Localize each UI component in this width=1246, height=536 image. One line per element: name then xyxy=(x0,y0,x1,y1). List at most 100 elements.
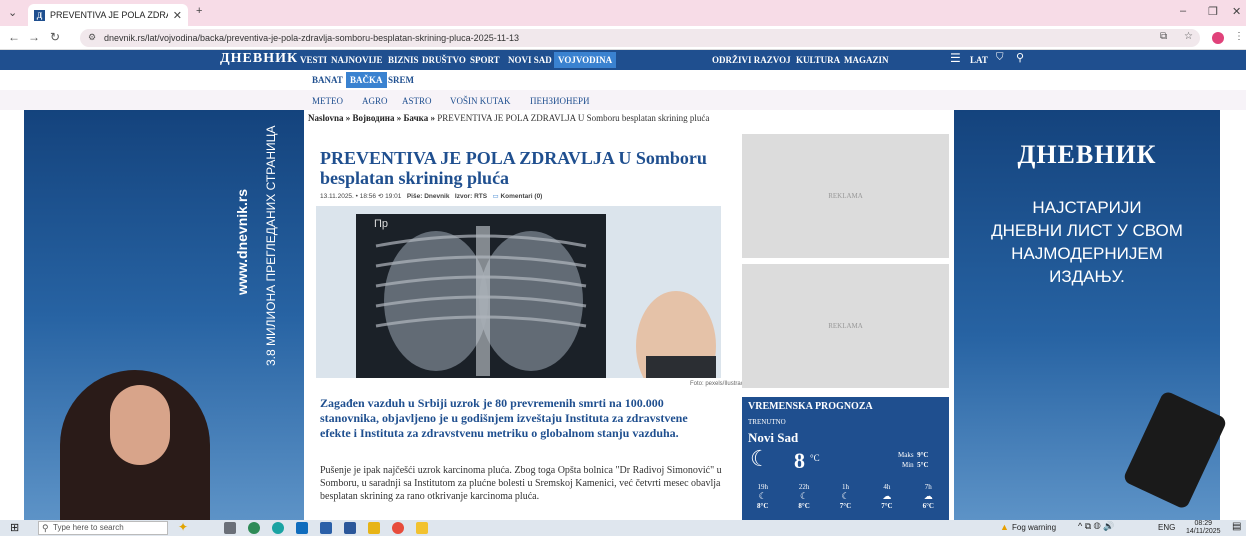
outlook-icon[interactable] xyxy=(296,522,308,534)
forecast-hour: 22h xyxy=(798,483,810,491)
taskbar-search-placeholder: Type here to search xyxy=(53,523,124,532)
article-body: Pušenje je ipak najčešći uzrok karcinoma… xyxy=(320,465,722,502)
crumb-region[interactable]: Војводина xyxy=(353,113,395,123)
subnav-vosin-kutak[interactable]: VOŠIN KUTAK xyxy=(450,96,511,106)
banner-line-2: ДНЕВНИ ЛИСТ У СВОМ xyxy=(991,221,1183,240)
crumb-home[interactable]: Naslovna xyxy=(308,113,344,123)
banner-url: www.dnevnik.rs xyxy=(234,188,250,295)
nav-drustvo[interactable]: DRUŠTVO xyxy=(418,52,470,68)
weather-temp: 8 xyxy=(794,448,805,473)
forecast-hour: 4h xyxy=(883,483,891,491)
warning-icon: ▲ xyxy=(1000,522,1009,532)
comments-link[interactable]: Komentari (0) xyxy=(500,193,542,200)
language-indicator[interactable]: ENG xyxy=(1158,523,1175,532)
word-icon[interactable] xyxy=(344,522,356,534)
hamburger-icon[interactable]: ☰ xyxy=(950,51,961,65)
cloud-icon: ☁ xyxy=(882,491,892,501)
app-icon-1[interactable] xyxy=(248,522,260,534)
nav-novi-sad[interactable]: NOVI SAD xyxy=(504,52,556,68)
min-value: 5°C xyxy=(917,461,929,469)
weather-alert[interactable]: Fog warning xyxy=(1012,523,1056,532)
moon-icon: ☾ xyxy=(758,491,767,501)
bookmark-icon[interactable]: ⛉ xyxy=(996,52,1004,63)
clock[interactable]: 08:29 14/11/2025 xyxy=(1186,520,1221,536)
max-value: 9°C xyxy=(917,451,929,459)
nav-kultura[interactable]: KULTURA xyxy=(792,52,844,68)
app-icon-2[interactable] xyxy=(416,522,428,534)
ad-label-1: REKLAMA xyxy=(828,192,863,200)
close-tab-icon[interactable]: ✕ xyxy=(173,9,182,22)
restore-icon[interactable]: ❐ xyxy=(1208,5,1218,18)
nav-najnovije[interactable]: NAJNOVIJE xyxy=(327,52,387,68)
forecast-item: 7h ☁ 6°C xyxy=(923,483,934,510)
article-photo[interactable]: Пр xyxy=(316,206,721,378)
forecast-item: 4h ☁ 7°C xyxy=(881,483,892,510)
file-explorer-icon[interactable] xyxy=(368,522,380,534)
weather-unit: °C xyxy=(810,453,820,463)
cloud-icon: ☁ xyxy=(923,491,933,501)
edge-icon[interactable] xyxy=(272,522,284,534)
nav-biznis[interactable]: BIZNIS xyxy=(384,52,423,68)
minimize-icon[interactable]: – xyxy=(1180,5,1186,17)
subnav-banat[interactable]: BANAT xyxy=(308,72,347,88)
subnav-sections xyxy=(0,90,1246,110)
nav-odrzivi-razvoj[interactable]: ODRŽIVI RAZVOJ xyxy=(708,52,795,68)
nav-vojvodina[interactable]: VOJVODINA xyxy=(554,52,617,68)
site-navbar xyxy=(0,50,1246,70)
url-field[interactable]: dnevnik.rs/lat/vojvodina/backa/preventiv… xyxy=(80,29,1200,47)
profile-avatar[interactable] xyxy=(1212,32,1224,44)
browser-tab[interactable]: Д PREVENTIVA JE POLA ZDRAVLJ ✕ xyxy=(28,4,188,26)
ad-slot-1[interactable]: REKLAMA xyxy=(742,134,949,258)
back-icon[interactable]: ← xyxy=(8,30,20,44)
forecast-hour: 7h xyxy=(924,483,932,491)
forecast-temp: 8°C xyxy=(757,502,769,510)
subnav-penzioneri[interactable]: ПЕНЗИОНЕРИ xyxy=(530,96,590,106)
forward-icon[interactable]: → xyxy=(28,30,40,44)
tab-list-icon[interactable]: ⌄ xyxy=(8,6,17,19)
clock-date: 14/11/2025 xyxy=(1186,528,1221,535)
forecast-temp: 7°C xyxy=(881,502,893,510)
subnav-srem[interactable]: SREM xyxy=(384,72,418,88)
source-label: Izvor: xyxy=(454,193,473,200)
ad-slot-2[interactable]: REKLAMA xyxy=(742,264,949,388)
clock-time: 08:29 xyxy=(1194,520,1213,527)
windows-start-icon[interactable]: ⊞ xyxy=(10,521,19,534)
store-icon[interactable] xyxy=(320,522,332,534)
hourly-forecast: 19h ☾ 8°C 22h ☾ 8°C 1h ☾ 7°C 4h ☁ 7°C 7h ☁ 6°C xyxy=(742,483,949,510)
subnav-meteo[interactable]: METEO xyxy=(312,96,343,106)
banner-line-3: НАЈМОДЕРНИЈЕМ xyxy=(1011,244,1163,263)
nav-vesti[interactable]: VESTI xyxy=(296,52,331,68)
install-icon[interactable]: ⧉ xyxy=(1160,31,1167,42)
nav-sport[interactable]: SPORT xyxy=(466,52,504,68)
article-headline: PREVENTIVA JE POLA ZDRAVLJA U Somboru be… xyxy=(320,148,707,188)
subnav-backa[interactable]: BAČKA xyxy=(346,72,387,88)
comment-icon[interactable]: ▭ xyxy=(492,193,498,200)
subnav-astro[interactable]: ASTRO xyxy=(402,96,432,106)
close-window-icon[interactable]: ✕ xyxy=(1232,5,1241,18)
tab-title: PREVENTIVA JE POLA ZDRAVLJ xyxy=(50,10,168,20)
crumb-sep-2: » xyxy=(396,113,402,123)
bookmark-star-icon[interactable]: ☆ xyxy=(1184,31,1193,42)
taskbar-search[interactable]: ⚲ Type here to search xyxy=(38,521,168,535)
xray-mark: Пр xyxy=(374,218,389,230)
chrome-icon[interactable] xyxy=(392,522,404,534)
search-icon[interactable]: ⚲ xyxy=(1016,51,1024,64)
nav-magazin[interactable]: MAGAZIN xyxy=(840,52,893,68)
crumb-area[interactable]: Бачка xyxy=(403,113,428,123)
task-view-icon[interactable] xyxy=(224,522,236,534)
left-gutter xyxy=(0,110,24,520)
subnav-agro[interactable]: AGRO xyxy=(362,96,388,106)
crumb-sep-3: » xyxy=(430,113,435,123)
menu-icon[interactable]: ⋮ xyxy=(1234,31,1244,42)
site-info-icon[interactable]: ⚙ xyxy=(88,32,96,43)
system-tray-icons[interactable]: ^ ⧉ ◍ 🔊 xyxy=(1078,521,1114,532)
lang-switch[interactable]: LAT xyxy=(966,52,992,68)
forecast-temp: 8°C xyxy=(798,502,810,510)
forecast-hour: 19h xyxy=(757,483,768,491)
banner-logo: ДНЕВНИК xyxy=(1017,140,1157,169)
sparkle-icon[interactable]: ✦ xyxy=(178,520,188,534)
notifications-icon[interactable]: ▤ xyxy=(1232,521,1241,532)
reload-icon[interactable]: ↻ xyxy=(50,30,60,44)
new-tab-icon[interactable]: + xyxy=(196,5,202,17)
site-logo[interactable]: ДНЕВНИК xyxy=(220,51,298,67)
